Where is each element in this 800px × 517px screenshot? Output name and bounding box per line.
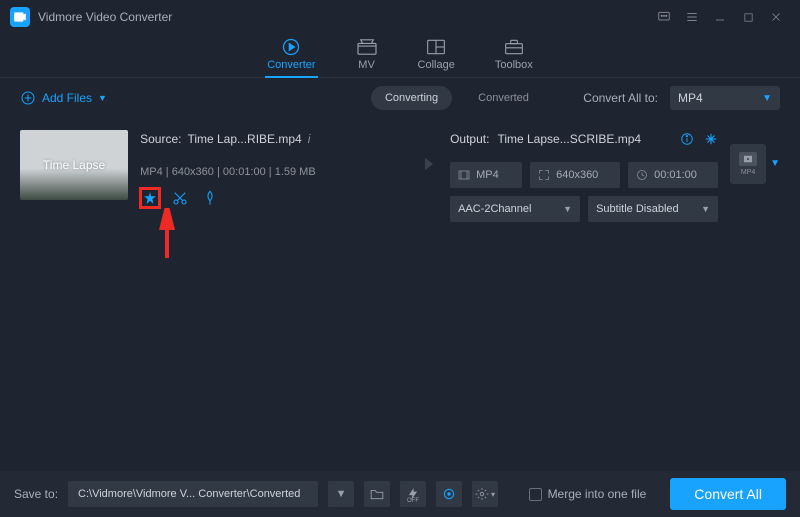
- nav-tab-label: MV: [358, 59, 375, 71]
- chevron-down-icon: ▼: [762, 93, 772, 104]
- subtitle-select[interactable]: Subtitle Disabled ▼: [588, 196, 718, 222]
- convert-all-label: Convert All: [694, 486, 762, 502]
- arrow-icon: [402, 130, 438, 172]
- chevron-down-icon: ▼: [701, 204, 710, 214]
- nav-tab-toolbox[interactable]: Toolbox: [495, 37, 533, 77]
- output-info-icon[interactable]: [680, 132, 694, 146]
- resolution-icon: [538, 169, 550, 181]
- save-path-value: C:\Vidmore\Vidmore V... Converter\Conver…: [78, 488, 300, 500]
- compress-icon[interactable]: [704, 132, 718, 146]
- src-size: 1.59 MB: [275, 166, 316, 178]
- add-files-button[interactable]: Add Files ▼: [20, 90, 107, 106]
- checkbox-icon: [529, 488, 542, 501]
- app-logo: [10, 7, 30, 27]
- cut-button[interactable]: [170, 188, 190, 208]
- maximize-icon[interactable]: [734, 3, 762, 31]
- tab-converting-label: Converting: [385, 92, 438, 104]
- convert-all-button[interactable]: Convert All: [670, 478, 786, 510]
- nav-tab-converter[interactable]: Converter: [267, 37, 315, 77]
- settings-button[interactable]: ▾: [472, 481, 498, 507]
- source-column: Source: Time Lap...RIBE.mp4 i MP4 | 640x…: [140, 130, 390, 208]
- out-resolution-value: 640x360: [556, 169, 598, 181]
- out-format-value: MP4: [476, 169, 499, 181]
- out-resolution-box: 640x360: [530, 162, 620, 188]
- format-badge-icon: [739, 152, 757, 166]
- edit-effects-button[interactable]: [140, 188, 160, 208]
- hardware-accel-button[interactable]: OFF: [400, 481, 426, 507]
- chevron-down-icon: ▼: [98, 93, 107, 103]
- close-icon[interactable]: [762, 3, 790, 31]
- convert-all-format-value: MP4: [678, 91, 703, 105]
- toolbox-icon: [504, 37, 524, 57]
- out-format-box: MP4: [450, 162, 522, 188]
- add-files-label: Add Files: [42, 91, 92, 105]
- source-prefix: Source:: [140, 132, 181, 146]
- src-resolution: 640x360: [172, 166, 214, 178]
- nav-tab-label: Toolbox: [495, 59, 533, 71]
- nav-tab-label: Collage: [418, 59, 455, 71]
- nav-tab-mv[interactable]: MV: [356, 37, 378, 77]
- film-icon: [458, 170, 470, 180]
- save-to-label: Save to:: [14, 487, 58, 501]
- collage-icon: [426, 37, 446, 57]
- title-bar: Vidmore Video Converter: [0, 0, 800, 34]
- audio-select[interactable]: AAC-2Channel ▼: [450, 196, 580, 222]
- output-column: Output: Time Lapse...SCRIBE.mp4 MP4 640x…: [450, 130, 718, 222]
- chevron-down-icon: ▼: [563, 204, 572, 214]
- tab-converted-label: Converted: [478, 92, 529, 104]
- thumbnail-label: Time Lapse: [43, 158, 105, 172]
- footer: Save to: C:\Vidmore\Vidmore V... Convert…: [0, 471, 800, 517]
- toolbar: Add Files ▼ Converting Converted Convert…: [0, 78, 800, 118]
- format-badge-label: MP4: [741, 169, 755, 176]
- clock-icon: [636, 169, 648, 181]
- open-folder-button[interactable]: [364, 481, 390, 507]
- video-thumbnail[interactable]: Time Lapse: [20, 130, 128, 200]
- output-format-badge[interactable]: MP4: [730, 144, 766, 184]
- tab-converted[interactable]: Converted: [464, 86, 543, 110]
- file-row: Time Lapse Source: Time Lap...RIBE.mp4 i…: [0, 118, 800, 234]
- path-dropdown-caret[interactable]: ▼: [328, 481, 354, 507]
- app-title: Vidmore Video Converter: [38, 10, 172, 24]
- feedback-icon[interactable]: [650, 3, 678, 31]
- enhance-button[interactable]: [200, 188, 220, 208]
- src-format: MP4: [140, 166, 163, 178]
- save-path-box[interactable]: C:\Vidmore\Vidmore V... Converter\Conver…: [68, 481, 318, 507]
- out-duration-box: 00:01:00: [628, 162, 718, 188]
- tab-converting[interactable]: Converting: [371, 86, 452, 110]
- audio-value: AAC-2Channel: [458, 203, 531, 215]
- menu-icon[interactable]: [678, 3, 706, 31]
- output-prefix: Output:: [450, 132, 489, 146]
- mv-icon: [356, 37, 378, 57]
- convert-all-to-label: Convert All to:: [583, 91, 658, 105]
- minimize-icon[interactable]: [706, 3, 734, 31]
- subtitle-value: Subtitle Disabled: [596, 203, 679, 215]
- main-nav: Converter MV Collage Toolbox: [0, 34, 800, 78]
- output-filename: Time Lapse...SCRIBE.mp4: [497, 132, 641, 146]
- nav-tab-label: Converter: [267, 59, 315, 71]
- format-dropdown-caret[interactable]: ▼: [770, 158, 780, 169]
- convert-all-format-select[interactable]: MP4 ▼: [670, 86, 780, 110]
- high-speed-button[interactable]: [436, 481, 462, 507]
- merge-checkbox[interactable]: Merge into one file: [529, 487, 647, 501]
- converter-icon: [281, 37, 301, 57]
- info-icon[interactable]: i: [308, 132, 311, 146]
- src-duration: 00:01:00: [223, 166, 266, 178]
- source-meta: MP4 | 640x360 | 00:01:00 | 1.59 MB: [140, 166, 390, 178]
- out-duration-value: 00:01:00: [654, 169, 697, 181]
- source-filename: Time Lap...RIBE.mp4: [187, 132, 301, 146]
- merge-label: Merge into one file: [548, 487, 647, 501]
- nav-tab-collage[interactable]: Collage: [418, 37, 455, 77]
